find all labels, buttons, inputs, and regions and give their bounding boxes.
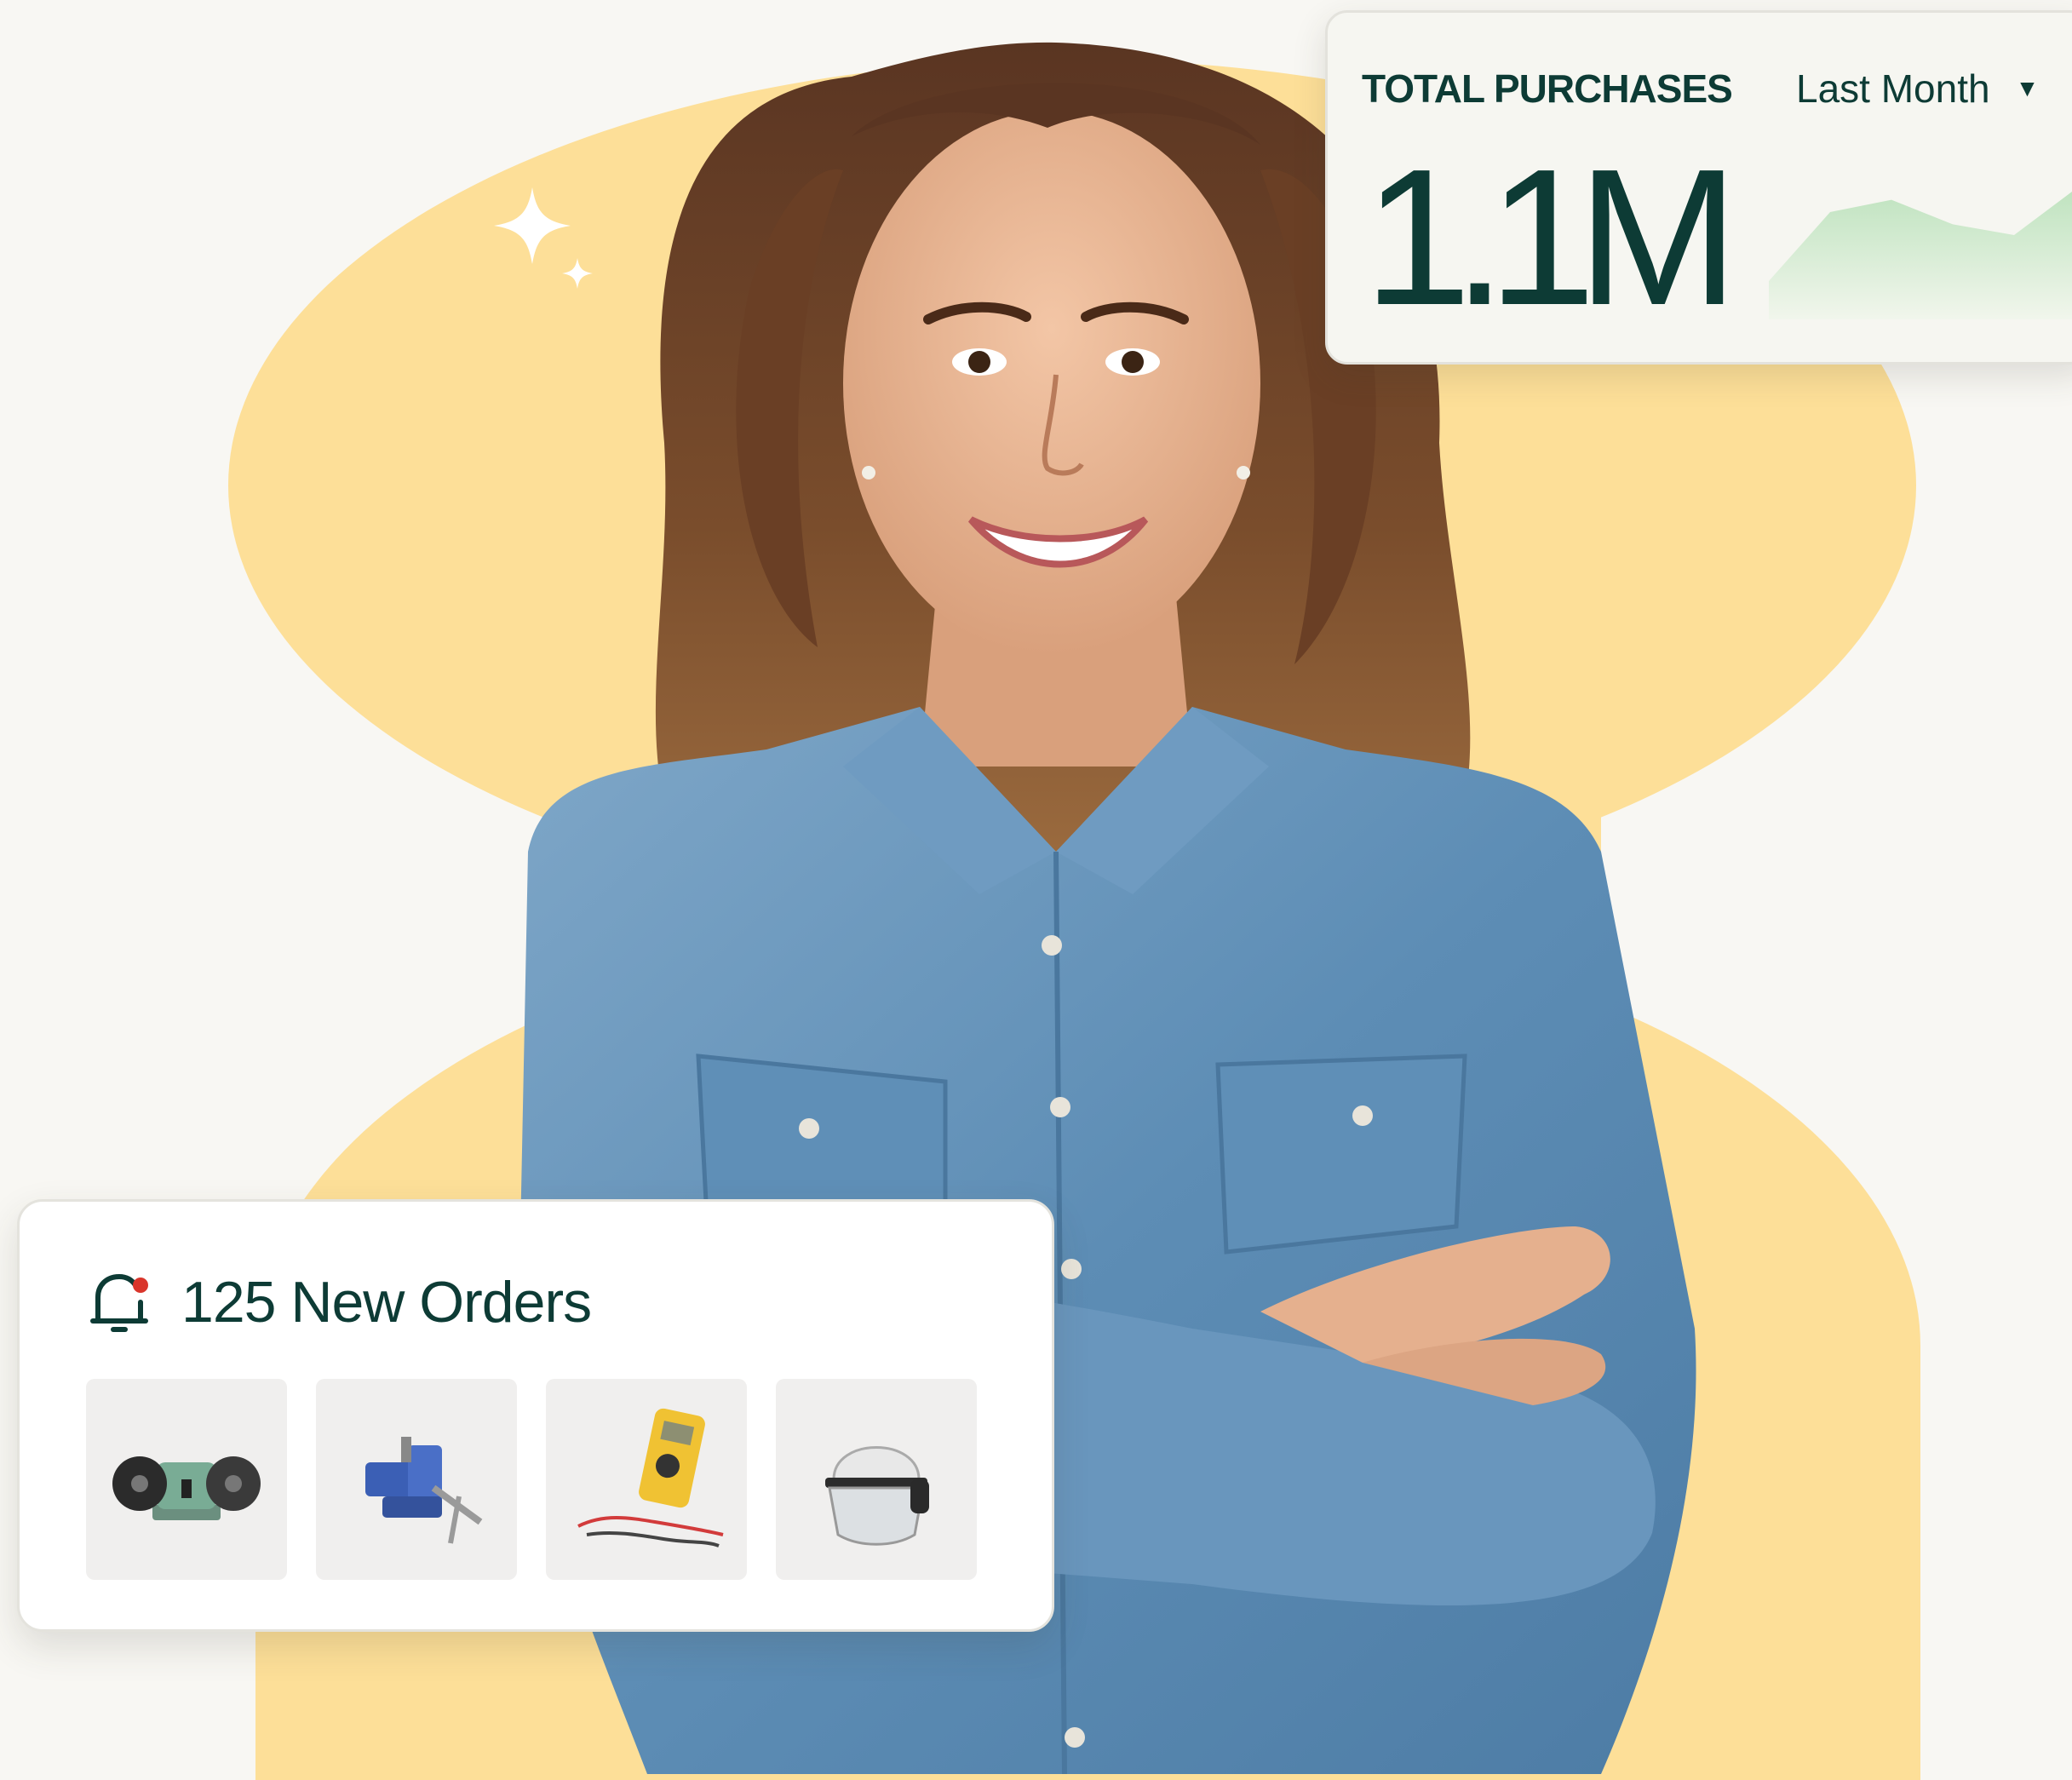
total-purchases-value: 1.1M: [1363, 129, 1739, 346]
sparkline-area: [1769, 192, 2072, 319]
product-thumbnail[interactable]: [546, 1379, 747, 1580]
safety-helmet-icon: [825, 1446, 929, 1546]
bench-grinder-icon: [112, 1456, 261, 1520]
product-thumbnail[interactable]: [86, 1379, 287, 1580]
caret-down-icon: ▼: [2015, 75, 2040, 101]
bench-vise-icon: [365, 1437, 483, 1544]
product-thumbnail[interactable]: [316, 1379, 517, 1580]
purchases-trend-sparkline: [1769, 192, 2072, 319]
period-dropdown[interactable]: Last Month ▼: [1796, 66, 2039, 112]
order-thumbnails: [86, 1379, 977, 1580]
total-purchases-card: TOTAL PURCHASES Last Month ▼ 1.1M: [1325, 10, 2072, 365]
new-orders-card: 125 New Orders: [17, 1199, 1054, 1632]
product-thumbnail[interactable]: [776, 1379, 977, 1580]
multimeter-icon: [577, 1408, 724, 1547]
total-purchases-label: TOTAL PURCHASES: [1362, 66, 1733, 111]
period-dropdown-label: Last Month: [1796, 66, 1990, 111]
new-orders-header: 125 New Orders: [89, 1268, 592, 1336]
new-orders-title: 125 New Orders: [181, 1270, 592, 1335]
notification-bell-icon[interactable]: [89, 1268, 149, 1336]
hero-scene: TOTAL PURCHASES Last Month ▼ 1.1M 125 Ne…: [0, 0, 2072, 1780]
